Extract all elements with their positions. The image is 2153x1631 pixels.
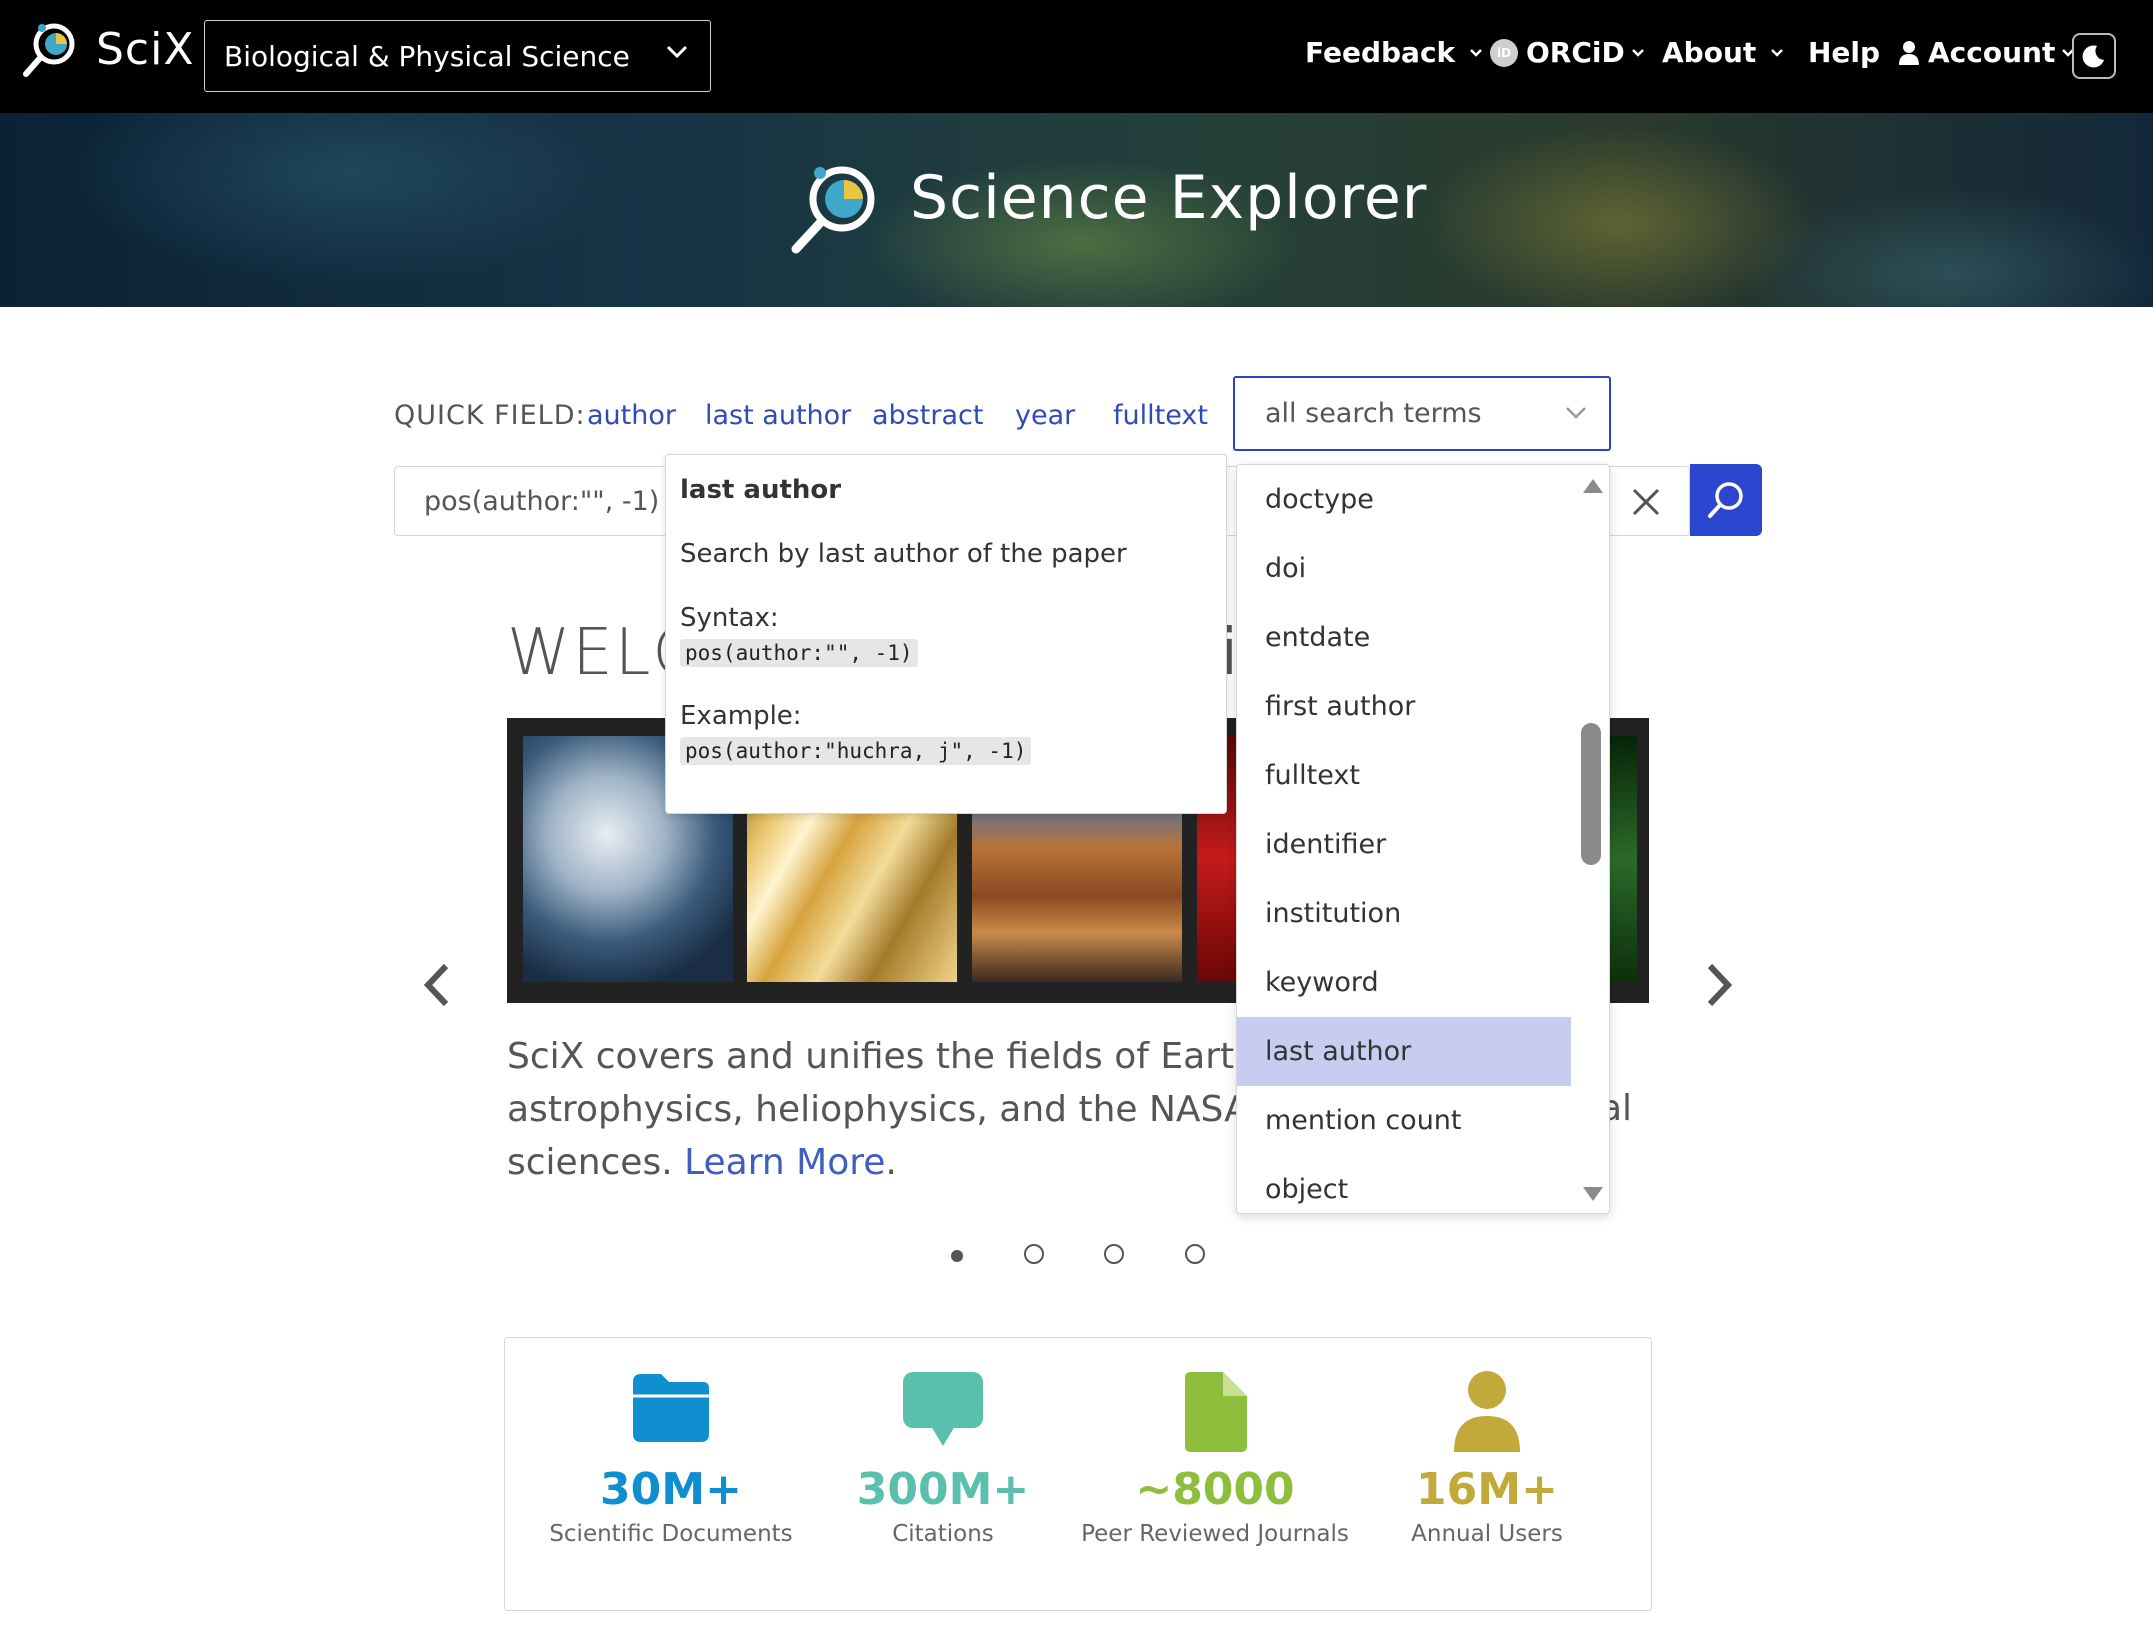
quick-field-author[interactable]: author bbox=[587, 400, 676, 431]
folder-icon bbox=[633, 1374, 709, 1442]
stat-value: ~8000 bbox=[1135, 1464, 1295, 1515]
description-line-2: astrophysics, heliophysics, and the NASA… bbox=[507, 1089, 1343, 1130]
feedback-label: Feedback bbox=[1305, 36, 1456, 69]
chevron-down-icon bbox=[1771, 48, 1784, 57]
user-icon bbox=[1899, 40, 1919, 65]
help-label: Help bbox=[1808, 36, 1881, 69]
about-menu[interactable]: About bbox=[1662, 36, 1784, 69]
stats-panel: 30M+ Scientific Documents 300M+ Citation… bbox=[504, 1337, 1652, 1611]
scix-logo-icon bbox=[23, 23, 75, 77]
account-label: Account bbox=[1928, 36, 2056, 69]
help-link[interactable]: Help bbox=[1808, 36, 1880, 69]
dropdown-option-mention-count[interactable]: mention count bbox=[1237, 1086, 1571, 1155]
dropdown-option-keyword[interactable]: keyword bbox=[1237, 948, 1571, 1017]
chevron-down-icon bbox=[1470, 48, 1483, 57]
quick-field-last-author[interactable]: last author bbox=[705, 400, 851, 431]
scroll-up-arrow-icon[interactable] bbox=[1581, 477, 1605, 495]
document-icon bbox=[1185, 1372, 1247, 1452]
chevron-down-icon bbox=[1631, 48, 1644, 57]
speech-bubble-icon bbox=[903, 1372, 983, 1446]
search-submit-button[interactable] bbox=[1690, 464, 1762, 536]
dark-mode-toggle[interactable] bbox=[2072, 33, 2116, 79]
discipline-value: Biological & Physical Science bbox=[224, 39, 630, 73]
dropdown-option-object[interactable]: object bbox=[1237, 1155, 1571, 1213]
stat-value: 16M+ bbox=[1416, 1464, 1558, 1515]
user-icon bbox=[1454, 1371, 1520, 1452]
carousel-prev-button[interactable] bbox=[420, 962, 452, 1008]
discipline-select[interactable]: Biological & Physical Science bbox=[204, 20, 711, 92]
search-icon bbox=[1708, 482, 1743, 518]
stat-citations: 300M+ Citations bbox=[793, 1370, 1093, 1547]
clear-search-button[interactable] bbox=[1622, 478, 1670, 526]
tooltip-example-label: Example: bbox=[680, 701, 802, 731]
feedback-menu[interactable]: Feedback bbox=[1305, 36, 1483, 69]
quick-field-year[interactable]: year bbox=[1015, 400, 1075, 431]
stat-label: Scientific Documents bbox=[549, 1521, 793, 1547]
chevron-down-icon bbox=[1566, 407, 1586, 419]
dropdown-option-doctype[interactable]: doctype bbox=[1237, 465, 1571, 534]
orcid-label: ORCiD bbox=[1526, 36, 1625, 69]
description-line-3: sciences. bbox=[507, 1142, 685, 1183]
carousel-next-button[interactable] bbox=[1704, 962, 1736, 1008]
learn-more-link[interactable]: Learn More bbox=[684, 1142, 885, 1183]
stat-journals: ~8000 Peer Reviewed Journals bbox=[1065, 1370, 1365, 1547]
carousel-dot-1[interactable] bbox=[951, 1250, 963, 1262]
stat-label: Annual Users bbox=[1411, 1521, 1563, 1547]
quick-field-abstract[interactable]: abstract bbox=[872, 400, 983, 431]
field-help-tooltip: last author Search by last author of the… bbox=[665, 454, 1227, 814]
dropdown-option-institution[interactable]: institution bbox=[1237, 879, 1571, 948]
stat-label: Citations bbox=[892, 1521, 994, 1547]
scroll-down-arrow-icon[interactable] bbox=[1581, 1185, 1605, 1203]
stat-documents: 30M+ Scientific Documents bbox=[521, 1370, 821, 1547]
stat-label: Peer Reviewed Journals bbox=[1081, 1521, 1349, 1547]
description-line-1: SciX covers and unifies the fields of Ea… bbox=[507, 1036, 1362, 1077]
chevron-down-icon bbox=[666, 45, 688, 59]
carousel-dot-2[interactable] bbox=[1024, 1244, 1044, 1264]
search-terms-dropdown[interactable]: doctype doi entdate first author fulltex… bbox=[1236, 464, 1610, 1214]
hero-banner: Science Explorer bbox=[0, 113, 2153, 307]
top-navigation-bar: SciX Biological & Physical Science Feedb… bbox=[0, 0, 2153, 113]
dropdown-option-last-author[interactable]: last author bbox=[1237, 1017, 1571, 1086]
carousel-dot-3[interactable] bbox=[1104, 1244, 1124, 1264]
dropdown-scrollbar-thumb[interactable] bbox=[1581, 723, 1601, 865]
about-label: About bbox=[1662, 36, 1757, 69]
dropdown-option-identifier[interactable]: identifier bbox=[1237, 810, 1571, 879]
search-input-value: pos(author:"", -1) bbox=[424, 485, 660, 517]
tooltip-syntax-label: Syntax: bbox=[680, 603, 779, 633]
quick-field-label: QUICK FIELD: bbox=[394, 400, 586, 431]
science-explorer-logo-icon bbox=[791, 166, 875, 254]
tooltip-syntax-code: pos(author:"", -1) bbox=[680, 639, 918, 667]
stat-value: 30M+ bbox=[600, 1464, 742, 1515]
dropdown-option-doi[interactable]: doi bbox=[1237, 534, 1571, 603]
tooltip-description: Search by last author of the paper bbox=[680, 539, 1127, 569]
dropdown-option-fulltext[interactable]: fulltext bbox=[1237, 741, 1571, 810]
dropdown-option-entdate[interactable]: entdate bbox=[1237, 603, 1571, 672]
account-menu[interactable]: Account bbox=[1898, 36, 2075, 69]
stat-value: 300M+ bbox=[856, 1464, 1030, 1515]
carousel-dot-4[interactable] bbox=[1185, 1244, 1205, 1264]
stat-users: 16M+ Annual Users bbox=[1337, 1370, 1637, 1547]
hero-title: Science Explorer bbox=[910, 163, 1428, 233]
orcid-menu[interactable]: iD ORCiD bbox=[1490, 36, 1645, 69]
orcid-icon: iD bbox=[1490, 38, 1518, 67]
tooltip-title: last author bbox=[680, 475, 842, 505]
brand-logo-link[interactable]: SciX bbox=[20, 18, 195, 80]
description-period: . bbox=[885, 1142, 897, 1183]
search-terms-value: all search terms bbox=[1265, 398, 1482, 429]
close-icon bbox=[1632, 488, 1660, 516]
brand-name: SciX bbox=[96, 23, 195, 75]
dropdown-option-first-author[interactable]: first author bbox=[1237, 672, 1571, 741]
moon-icon bbox=[2082, 45, 2104, 68]
tooltip-example-code: pos(author:"huchra, j", -1) bbox=[680, 737, 1032, 765]
quick-field-fulltext[interactable]: fulltext bbox=[1113, 400, 1208, 431]
search-terms-select[interactable]: all search terms bbox=[1233, 376, 1611, 451]
